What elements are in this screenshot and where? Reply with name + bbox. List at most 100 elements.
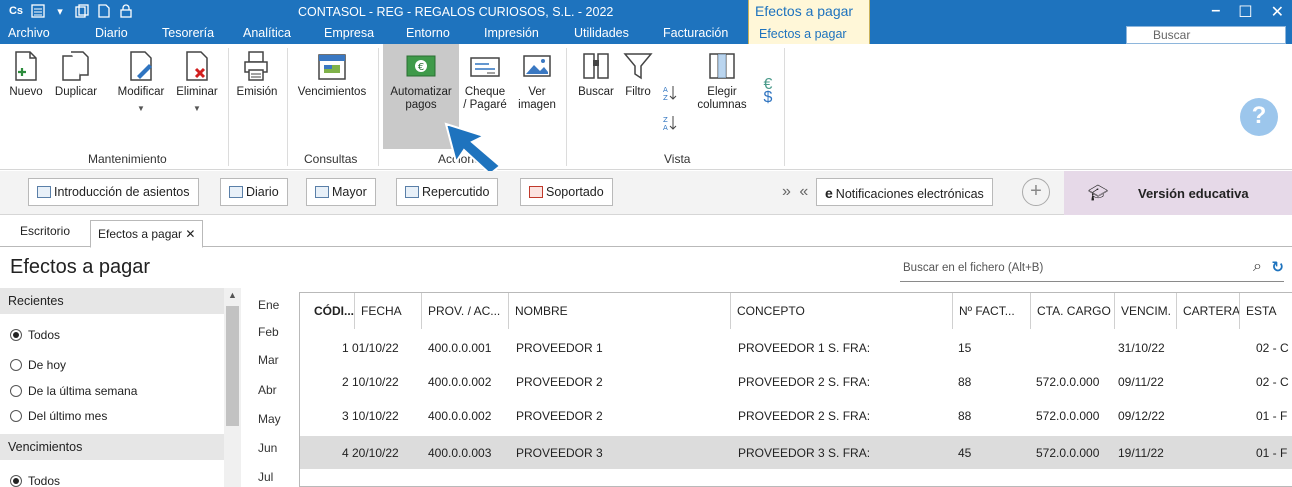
cell-vencim: 09/11/22 (1118, 375, 1164, 389)
introduccion-label: Introducción de asientos (54, 185, 190, 199)
vencimientos-header[interactable]: Vencimientos (0, 434, 224, 460)
elegir-columnas-button[interactable]: Elegir columnas (692, 50, 752, 112)
calculator-icon[interactable] (30, 3, 46, 19)
menu-empresa[interactable]: Empresa (324, 26, 374, 40)
buscar-button[interactable]: Buscar (574, 50, 618, 99)
recientes-header[interactable]: Recientes (0, 288, 224, 314)
menu-utilidades[interactable]: Utilidades (574, 26, 629, 40)
radio-recientes-todos[interactable]: Todos (10, 328, 60, 342)
month-ene[interactable]: Ene (258, 298, 279, 312)
table-row[interactable]: 1 01/10/22 400.0.0.001 PROVEEDOR 1 PROVE… (300, 331, 1292, 364)
radio-icon (10, 385, 22, 397)
menu-archivo[interactable]: Archivo (8, 26, 50, 40)
table-row[interactable]: 3 10/10/22 400.0.0.002 PROVEEDOR 2 PROVE… (300, 399, 1292, 432)
col-header-cartera[interactable]: CARTERA (1177, 293, 1240, 329)
graduation-cap-icon: 🎓︎ (1088, 185, 1109, 202)
add-shortcut-button[interactable]: + (1022, 178, 1050, 206)
col-header-fecha[interactable]: FECHA (355, 293, 422, 329)
col-header-estado[interactable]: ESTA (1240, 293, 1292, 329)
modificar-label: Modificar (117, 86, 165, 98)
month-jul[interactable]: Jul (258, 470, 273, 484)
scroll-up-icon[interactable]: ▲ (228, 290, 237, 300)
col-header-cta-cargo[interactable]: CTA. CARGO (1031, 293, 1115, 329)
tab-efectos-a-pagar[interactable]: Efectos a pagar ✕ (90, 220, 204, 248)
filter-panel: Recientes Todos De hoy De la última sema… (0, 288, 241, 487)
cell-fecha: 10/10/22 (352, 409, 399, 423)
soportado-icon (529, 186, 543, 198)
cell-estado: 01 - F (1256, 409, 1288, 423)
nuevo-button[interactable]: Nuevo (6, 50, 46, 99)
entries-icon (37, 186, 51, 198)
document-icon[interactable] (96, 3, 112, 19)
version-educativa-banner: 🎓︎ Versión educativa (1064, 171, 1292, 215)
modificar-button[interactable]: Modificar ▼ (110, 50, 172, 115)
euro-currency-button[interactable]: € $ (756, 77, 780, 106)
month-may[interactable]: May (258, 412, 281, 426)
dropdown-arrow-icon[interactable]: ▾ (52, 3, 68, 19)
diario-button[interactable]: Diario (220, 178, 288, 206)
repercutido-button[interactable]: Repercutido (396, 178, 499, 206)
sort-ascending-button[interactable]: AZ (660, 84, 680, 106)
col-header-nfact[interactable]: Nº FACT... (953, 293, 1031, 329)
menu-bar: Archivo Diario Tesorería Analítica Empre… (0, 24, 1292, 44)
menu-facturacion[interactable]: Facturación (663, 26, 728, 40)
lock-icon[interactable] (118, 3, 134, 19)
vencimientos-label: Vencimientos (297, 86, 367, 98)
filter-panel-scrollbar[interactable]: ▲ (224, 288, 241, 487)
month-jun[interactable]: Jun (258, 441, 277, 455)
maximize-button[interactable]: ☐ (1238, 2, 1252, 22)
copy-icon[interactable] (74, 3, 90, 19)
menu-impresion[interactable]: Impresión (484, 26, 539, 40)
file-search-input[interactable]: Buscar en el fichero (Alt+B) ⌕ ↻ (900, 256, 1284, 282)
col-header-vencim[interactable]: VENCIM. (1115, 293, 1177, 329)
menu-entorno[interactable]: Entorno (406, 26, 450, 40)
radio-ultimo-mes[interactable]: Del último mes (10, 409, 107, 423)
automatizar-pagos-button[interactable]: € Automatizar pagos (384, 50, 458, 112)
close-button[interactable]: ✕ (1271, 2, 1284, 22)
menu-tesoreria[interactable]: Tesorería (162, 26, 214, 40)
menu-efectos-a-pagar[interactable]: Efectos a pagar (748, 24, 870, 44)
month-mar[interactable]: Mar (258, 353, 279, 367)
global-search-input[interactable]: Buscar (1126, 26, 1286, 44)
table-row[interactable]: 2 10/10/22 400.0.0.002 PROVEEDOR 2 PROVE… (300, 365, 1292, 398)
emision-button[interactable]: Emisión (232, 50, 282, 99)
ver-imagen-button[interactable]: Ver imagen (514, 50, 560, 112)
col-header-prov[interactable]: PROV. / AC... (422, 293, 509, 329)
notificaciones-button[interactable]: e Notificaciones electrónicas (816, 178, 993, 206)
minimize-button[interactable]: – (1211, 2, 1220, 22)
filtro-button[interactable]: Filtro (620, 50, 656, 99)
soportado-button[interactable]: Soportado (520, 178, 613, 206)
radio-de-hoy[interactable]: De hoy (10, 358, 66, 372)
tab-escritorio[interactable]: Escritorio (20, 224, 70, 238)
binoculars-icon (583, 53, 609, 79)
col-header-nombre[interactable]: NOMBRE (509, 293, 731, 329)
scrollbar-thumb[interactable] (226, 306, 239, 426)
cell-concepto: PROVEEDOR 3 S. FRA: (738, 446, 871, 460)
cheque-pagare-button[interactable]: Cheque / Pagaré (460, 50, 510, 112)
sort-descending-button[interactable]: ZA (660, 114, 680, 136)
month-feb[interactable]: Feb (258, 325, 279, 339)
cell-estado: 01 - F (1256, 446, 1288, 460)
image-icon (523, 55, 551, 77)
month-abr[interactable]: Abr (258, 383, 277, 397)
table-row-selected[interactable]: 4 20/10/22 400.0.0.003 PROVEEDOR 3 PROVE… (300, 436, 1292, 469)
search-icon[interactable]: ⌕ (1253, 258, 1262, 276)
help-button[interactable]: ? (1240, 98, 1278, 136)
group-vista-label: Vista (664, 152, 691, 166)
refresh-icon[interactable]: ↻ (1271, 258, 1284, 276)
menu-analitica[interactable]: Analítica (243, 26, 291, 40)
radio-ultima-semana[interactable]: De la última semana (10, 384, 137, 398)
col-header-codigo[interactable]: CÓDI... (300, 293, 355, 329)
introduccion-asientos-button[interactable]: Introducción de asientos (28, 178, 199, 206)
cell-nombre: PROVEEDOR 2 (516, 409, 603, 423)
file-search-placeholder: Buscar en el fichero (Alt+B) (903, 262, 1044, 274)
col-header-concepto[interactable]: CONCEPTO (731, 293, 953, 329)
mayor-button[interactable]: Mayor (306, 178, 376, 206)
eliminar-button[interactable]: Eliminar ▼ (172, 50, 222, 115)
vencimientos-button[interactable]: Vencimientos (292, 50, 372, 99)
collapse-arrows-icon[interactable]: » « (782, 183, 810, 201)
duplicar-button[interactable]: Duplicar (46, 50, 106, 99)
menu-diario[interactable]: Diario (95, 26, 128, 40)
eliminar-dropdown-icon: ▼ (193, 104, 201, 113)
radio-vencimientos-todos[interactable]: Todos (10, 474, 60, 487)
